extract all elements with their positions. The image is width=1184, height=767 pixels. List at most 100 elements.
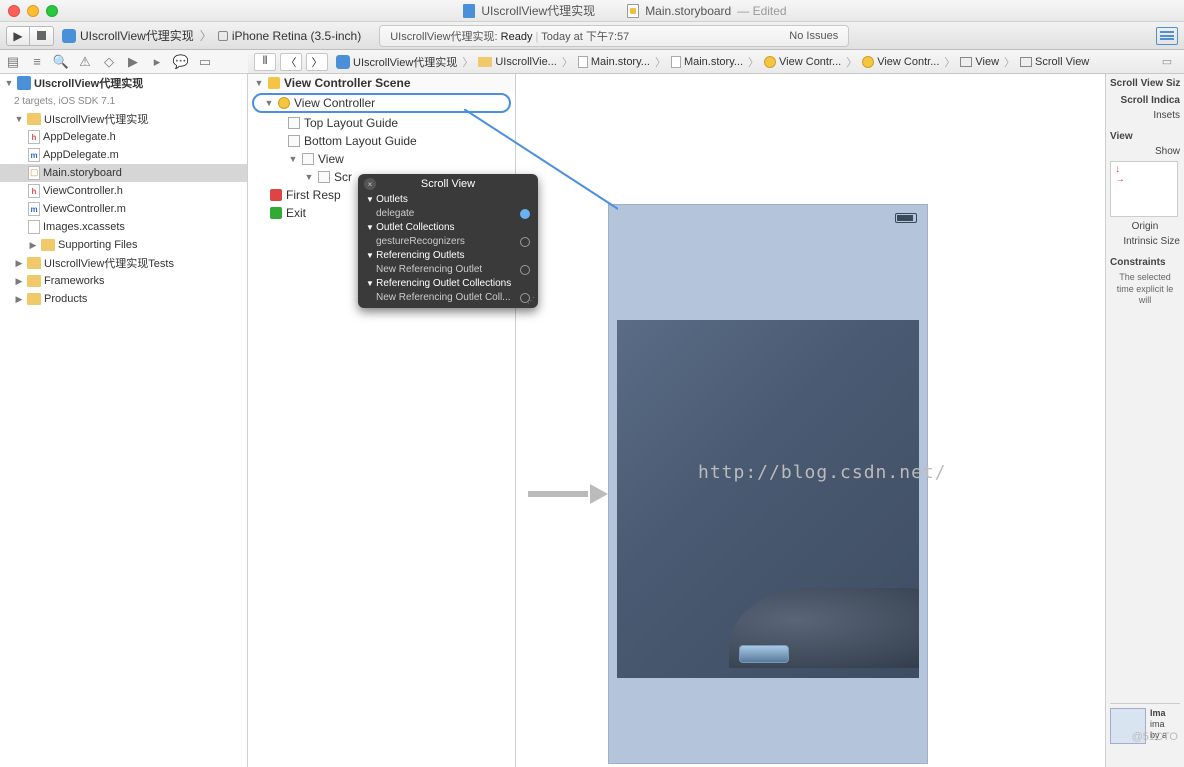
popover-new-ref-outlet[interactable]: New Referencing Outlet	[358, 263, 538, 276]
test-navigator-icon[interactable]: ◇	[102, 55, 116, 69]
activity-status: UIscrollView代理实现: Ready | Today at 下午7:5…	[379, 25, 849, 47]
log-navigator-icon[interactable]: 💬	[174, 55, 188, 69]
zoom-window-button[interactable]	[46, 5, 58, 17]
nav-file-viewcontroller-m[interactable]: mViewController.m	[0, 200, 247, 218]
jumpbar-item-6[interactable]: View	[956, 56, 1003, 68]
nav-project-row[interactable]: ▼UIscrollView代理实现	[0, 74, 247, 92]
inspector-intrinsic-label: Intrinsic Size	[1110, 236, 1180, 247]
inspector-origin-label: Origin	[1110, 221, 1180, 232]
xcode-proj-icon	[336, 55, 350, 69]
initial-vc-arrow[interactable]	[528, 484, 608, 504]
connections-popover: × Scroll View Outlets delegate Outlet Co…	[358, 174, 538, 308]
folder-icon	[478, 57, 492, 67]
outline-bottom-layout[interactable]: Bottom Layout Guide	[248, 132, 515, 150]
interface-builder-canvas[interactable]: ▼View Controller Scene ▼View Controller …	[248, 74, 1105, 767]
document-outline: ▼View Controller Scene ▼View Controller …	[248, 74, 516, 767]
project-doc-icon	[463, 4, 475, 18]
jumpbar-item-4[interactable]: View Contr...	[760, 56, 845, 68]
window-title-project: UIscrollView代理实现	[481, 2, 595, 19]
related-items-button[interactable]: ⫴	[254, 53, 276, 71]
window-title-file: Main.storyboard	[645, 4, 731, 18]
scrollview-icon	[1020, 57, 1032, 67]
status-issues: No Issues	[789, 30, 838, 42]
xcassets-file-icon	[28, 220, 40, 234]
forward-button[interactable]: 〉	[306, 53, 328, 71]
jumpbar-item-5[interactable]: View Contr...	[858, 56, 943, 68]
nav-file-appdelegate-m[interactable]: mAppDelegate.m	[0, 146, 247, 164]
nav-file-storyboard[interactable]: Main.storyboard	[0, 164, 247, 182]
library-item-title: Ima	[1150, 708, 1166, 718]
nav-file-appdelegate-h[interactable]: hAppDelegate.h	[0, 128, 247, 146]
inspector-view-section: View	[1110, 131, 1180, 142]
outline-scene-header[interactable]: ▼View Controller Scene	[248, 74, 515, 92]
nav-targets-info: 2 targets, iOS SDK 7.1	[0, 92, 247, 110]
popover-section-outlet-collections: Outlet Collections	[358, 220, 538, 235]
popover-outlet-delegate[interactable]: delegate	[358, 207, 538, 220]
jumpbar-item-3[interactable]: Main.story...	[667, 56, 747, 68]
device-canvas[interactable]	[608, 204, 928, 764]
run-button[interactable]: ▶	[6, 26, 30, 46]
status-state: Ready	[501, 31, 533, 43]
file-icon	[671, 56, 681, 68]
popover-section-outlets: Outlets	[358, 192, 538, 207]
file-icon	[578, 56, 588, 68]
folder-icon	[27, 293, 41, 305]
nav-frameworks-group[interactable]: ▶Frameworks	[0, 272, 247, 290]
jumpbar-item-7[interactable]: Scroll View	[1016, 56, 1093, 68]
outlet-connector-icon[interactable]	[520, 265, 530, 275]
jumpbar-item-0[interactable]: UIscrollView代理实现	[332, 54, 461, 70]
inspector-origin-diagram[interactable]	[1110, 161, 1178, 217]
nav-file-xcassets[interactable]: Images.xcassets	[0, 218, 247, 236]
popover-new-ref-outlet-coll[interactable]: New Referencing Outlet Coll...	[358, 291, 538, 304]
jumpbar-item-2[interactable]: Main.story...	[574, 56, 654, 68]
inspector-show-label: Show	[1110, 146, 1180, 157]
inspector-insets-label: Insets	[1110, 110, 1180, 121]
nav-tests-group[interactable]: ▶UIscrollView代理实现Tests	[0, 254, 247, 272]
scheme-app-icon	[62, 29, 76, 43]
report-navigator-icon[interactable]: ▭	[198, 55, 212, 69]
run-stop-segment: ▶	[6, 26, 54, 46]
first-responder-icon	[270, 189, 282, 201]
outlet-connector-icon[interactable]	[520, 237, 530, 247]
outline-view[interactable]: ▼View	[248, 150, 515, 168]
exit-icon	[270, 207, 282, 219]
layout-guide-icon	[288, 117, 300, 129]
issue-navigator-icon[interactable]: ⚠	[78, 55, 92, 69]
scroll-view-content[interactable]	[617, 320, 919, 678]
outlet-connector-filled-icon[interactable]	[520, 209, 530, 219]
inspector-title: Scroll View Siz	[1110, 78, 1180, 89]
back-button[interactable]: 〈	[280, 53, 302, 71]
stop-button[interactable]	[30, 26, 54, 46]
scheme-selector[interactable]: UIscrollView代理实现 〉 iPhone Retina (3.5-in…	[62, 27, 361, 44]
folder-icon	[27, 113, 41, 125]
jumpbar-item-1[interactable]: UIscrollVie...	[474, 56, 561, 68]
nav-products-group[interactable]: ▶Products	[0, 290, 247, 308]
close-window-button[interactable]	[8, 5, 20, 17]
breakpoint-navigator-icon[interactable]: ▸	[150, 55, 164, 69]
storyboard-doc-icon	[627, 4, 639, 18]
popover-section-ref-outlet-coll: Referencing Outlet Collections	[358, 276, 538, 291]
outline-top-layout[interactable]: Top Layout Guide	[248, 114, 515, 132]
scene-icon	[764, 56, 776, 68]
popover-resize-grip[interactable]: ⋰	[527, 296, 535, 305]
view-toggle-button[interactable]	[1156, 27, 1178, 45]
symbol-navigator-icon[interactable]: ≡	[30, 55, 44, 69]
jumpbar-doc-icon[interactable]: ▭	[1156, 55, 1178, 68]
scheme-device-label: iPhone Retina (3.5-inch)	[232, 29, 361, 43]
outline-view-controller[interactable]: ▼View Controller	[252, 93, 511, 113]
project-navigator: ▼UIscrollView代理实现 2 targets, iOS SDK 7.1…	[0, 74, 248, 767]
popover-outlet-gesture[interactable]: gestureRecognizers	[358, 235, 538, 248]
minimize-window-button[interactable]	[27, 5, 39, 17]
nav-file-viewcontroller-h[interactable]: hViewController.h	[0, 182, 247, 200]
debug-navigator-icon[interactable]: ▶	[126, 55, 140, 69]
main-toolbar: ▶ UIscrollView代理实现 〉 iPhone Retina (3.5-…	[0, 22, 1184, 50]
window-titlebar: UIscrollView代理实现 Main.storyboard — Edite…	[0, 0, 1184, 22]
view-icon	[960, 57, 972, 67]
nav-supporting-files[interactable]: ▶Supporting Files	[0, 236, 247, 254]
folder-icon	[27, 275, 41, 287]
storyboard-file-icon	[28, 166, 40, 180]
inspector-constraints-text: The selected time explicit le will	[1110, 272, 1180, 307]
project-navigator-icon[interactable]: ▤	[6, 55, 20, 69]
nav-group-row[interactable]: ▼UIscrollView代理实现	[0, 110, 247, 128]
find-navigator-icon[interactable]: 🔍	[54, 55, 68, 69]
